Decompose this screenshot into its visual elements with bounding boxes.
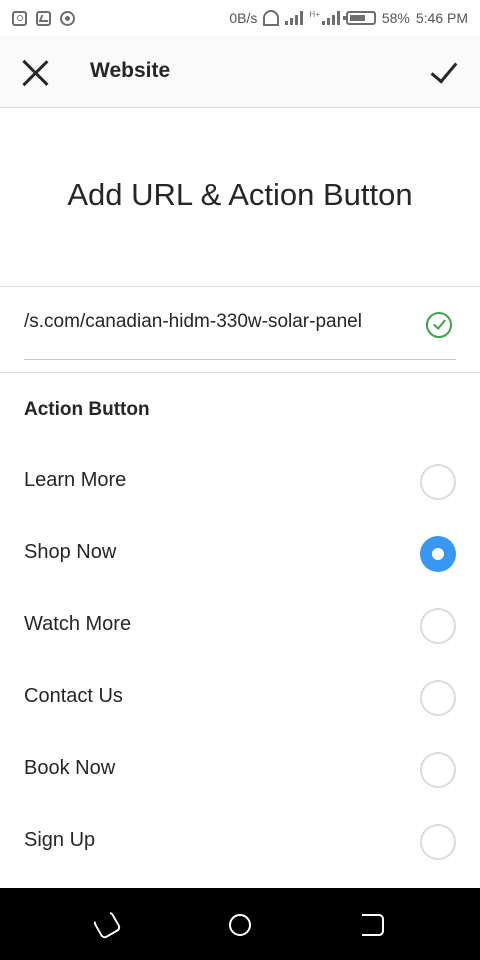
network-type: H+ <box>309 10 320 19</box>
main-heading: Add URL & Action Button <box>67 177 413 212</box>
section-divider <box>0 372 480 373</box>
option-label: Watch More <box>24 613 132 635</box>
system-nav-bar <box>0 888 480 960</box>
option-contact-us[interactable]: Contact Us <box>0 661 480 733</box>
radio-shop-now[interactable] <box>420 536 456 572</box>
gallery-icon <box>36 10 51 26</box>
top-app-bar: Website <box>0 36 480 108</box>
option-watch-more[interactable]: Watch More <box>0 589 480 661</box>
url-underline <box>24 359 456 360</box>
option-book-now[interactable]: Book Now <box>0 733 480 805</box>
signal-icon-2 <box>321 11 340 25</box>
option-shop-now[interactable]: Shop Now <box>0 517 480 589</box>
url-input[interactable]: s.com/canadian-hidm-330w-solar-panel/ <box>24 311 414 333</box>
recent-apps-icon[interactable] <box>91 909 123 941</box>
url-field-row: s.com/canadian-hidm-330w-solar-panel/ <box>0 286 480 360</box>
action-button-label: Action Button <box>24 399 150 420</box>
status-bar: 0B/s H+ 58% 5:46 PM <box>0 0 480 36</box>
option-label: Sign Up <box>24 829 96 851</box>
battery-percent: 58% <box>381 10 410 26</box>
option-learn-more[interactable]: Learn More <box>0 445 480 517</box>
option-label: Book Now <box>24 757 116 779</box>
instagram-icon <box>12 10 27 26</box>
radio-watch-more[interactable] <box>420 608 456 644</box>
option-sign-up[interactable]: Sign Up <box>0 805 480 877</box>
network-speed: 0B/s <box>229 10 258 26</box>
hotspot-icon <box>263 10 280 26</box>
option-label: Learn More <box>24 469 127 491</box>
radio-sign-up[interactable] <box>420 824 456 860</box>
radio-contact-us[interactable] <box>420 680 456 716</box>
back-icon[interactable] <box>362 914 384 936</box>
signal-icon <box>285 11 304 25</box>
radio-learn-more[interactable] <box>420 464 456 500</box>
clock: 5:46 PM <box>415 10 468 26</box>
close-icon[interactable] <box>20 58 50 88</box>
option-label: Shop Now <box>24 541 117 563</box>
check-circle-icon <box>426 312 452 338</box>
battery-level <box>349 15 365 21</box>
home-icon[interactable] <box>229 914 251 936</box>
page-title: Website <box>90 59 171 82</box>
battery-icon <box>342 11 376 25</box>
option-label: Contact Us <box>24 685 123 707</box>
checkmark-icon[interactable] <box>428 56 460 88</box>
status-left-icons <box>12 10 75 26</box>
target-icon <box>60 10 75 26</box>
radio-book-now[interactable] <box>420 752 456 788</box>
status-right: 0B/s H+ 58% 5:46 PM <box>229 10 468 26</box>
